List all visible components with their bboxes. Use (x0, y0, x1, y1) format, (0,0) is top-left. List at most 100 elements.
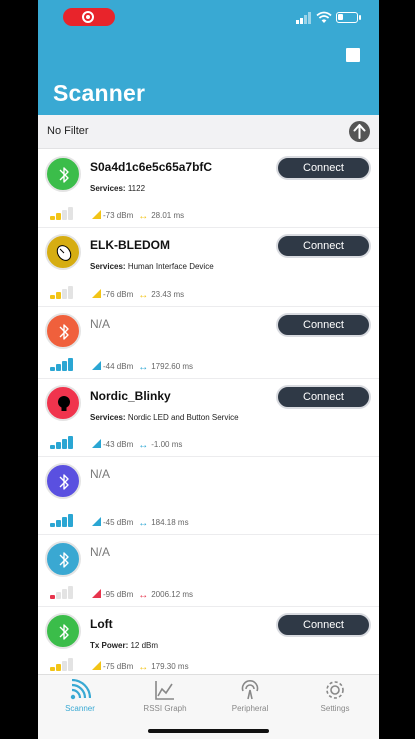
header: Scanner (38, 0, 379, 115)
rssi-value: -73 dBm (103, 211, 134, 220)
signal-strength-icon (50, 435, 76, 449)
bluetooth-icon (59, 167, 69, 183)
device-avatar (45, 541, 81, 577)
device-services: Services: Nordic LED and Button Service (90, 413, 239, 422)
interval-value: -1.00 ms (151, 440, 183, 449)
device-metrics: -44 dBm ↔ 1792.60 ms (92, 361, 193, 373)
device-avatar (45, 234, 81, 270)
device-name: N/A (90, 467, 111, 481)
signal-strength-icon (50, 357, 76, 371)
device-row[interactable]: S0a4d1c6e5c65a7bfC Services: 1122 -73 dBm ↔… (38, 150, 379, 228)
device-avatar (45, 313, 81, 349)
services-label: Services: (90, 413, 126, 422)
device-services: Services: 1122 (90, 184, 145, 193)
rssi-icon (92, 517, 101, 526)
rssi-value: -75 dBm (103, 662, 134, 671)
device-metrics: -73 dBm ↔ 28.01 ms (92, 210, 185, 222)
tab-rssi-graph[interactable]: RSSI Graph (125, 679, 205, 713)
filter-label: No Filter (47, 125, 89, 137)
interval-icon: ↔ (138, 211, 149, 222)
lightbulb-icon (58, 396, 70, 411)
device-name: Nordic_Blinky (90, 389, 171, 403)
rssi-value: -45 dBm (103, 518, 134, 527)
rssi-icon (92, 361, 101, 370)
stop-scan-icon[interactable] (346, 48, 360, 62)
bluetooth-icon (59, 552, 69, 568)
filter-bar[interactable]: No Filter (38, 115, 379, 149)
device-row[interactable]: N/A -45 dBm ↔ 184.18 ms (38, 457, 379, 535)
tab-peripheral[interactable]: Peripheral (210, 679, 290, 713)
rssi-icon (92, 289, 101, 298)
home-indicator (148, 729, 269, 733)
sort-button[interactable] (349, 121, 370, 142)
rssi-icon (92, 661, 101, 670)
device-row[interactable]: N/A -95 dBm ↔ 2006.12 ms (38, 535, 379, 607)
connect-button[interactable]: Connect (276, 613, 371, 637)
connect-button[interactable]: Connect (276, 156, 371, 180)
gear-icon (326, 681, 344, 699)
device-name: ELK-BLEDOM (90, 238, 170, 252)
app-screen: Scanner No Filter S0a4d1c6e5c65a7bfC Serv… (38, 0, 379, 739)
battery-icon (336, 12, 361, 23)
connect-button[interactable]: Connect (276, 234, 371, 258)
signal-strength-icon (50, 513, 76, 527)
signal-strength-icon (50, 585, 76, 599)
interval-icon: ↔ (138, 290, 149, 301)
bluetooth-icon (59, 324, 69, 340)
services-label: Services: (90, 184, 126, 193)
rssi-value: -95 dBm (103, 590, 134, 599)
device-name: Loft (90, 617, 113, 631)
page-title: Scanner (53, 80, 146, 106)
interval-value: 179.30 ms (151, 662, 189, 671)
device-name: S0a4d1c6e5c65a7bfC (90, 160, 213, 174)
interval-icon: ↔ (138, 518, 149, 529)
signal-strength-icon (50, 657, 76, 671)
rssi-icon (92, 589, 101, 598)
arrow-up-icon (353, 124, 366, 139)
signal-strength-icon (50, 206, 76, 220)
connect-button[interactable]: Connect (276, 385, 371, 409)
services-value: Human Interface Device (127, 262, 214, 271)
rssi-icon (92, 439, 101, 448)
rssi-value: -43 dBm (103, 440, 134, 449)
services-label: Services: (90, 262, 126, 271)
interval-icon: ↔ (138, 362, 149, 373)
device-services: Services: Human Interface Device (90, 262, 214, 271)
interval-icon: ↔ (138, 590, 149, 601)
connect-button[interactable]: Connect (276, 313, 371, 337)
tab-label: RSSI Graph (143, 704, 187, 713)
device-metrics: -45 dBm ↔ 184.18 ms (92, 517, 189, 529)
screen-recording-indicator[interactable] (63, 8, 115, 26)
device-row[interactable]: Loft Tx Power: 12 dBm -75 dBm ↔ 179.30 ms Con… (38, 607, 379, 679)
interval-value: 28.01 ms (151, 211, 185, 220)
device-row[interactable]: N/A -44 dBm ↔ 1792.60 ms Connect (38, 307, 379, 379)
mouse-icon (56, 245, 72, 261)
device-row[interactable]: Nordic_Blinky Services: Nordic LED and Bu… (38, 379, 379, 457)
device-avatar (45, 463, 81, 499)
services-label: Tx Power: (90, 641, 129, 650)
device-services: Tx Power: 12 dBm (90, 641, 158, 650)
device-avatar (45, 613, 81, 649)
status-bar (38, 0, 379, 34)
tab-label: Peripheral (231, 704, 269, 713)
cellular-signal-icon (296, 12, 311, 24)
device-metrics: -75 dBm ↔ 179.30 ms (92, 661, 189, 673)
signal-strength-icon (50, 285, 76, 299)
bluetooth-icon (59, 624, 69, 640)
services-value: 1122 (127, 184, 146, 193)
services-value: Nordic LED and Button Service (127, 413, 239, 422)
device-name: N/A (90, 545, 111, 559)
scanner-icon (70, 679, 91, 700)
device-avatar (45, 156, 81, 192)
device-name: N/A (90, 317, 111, 331)
device-metrics: -76 dBm ↔ 23.43 ms (92, 289, 184, 301)
interval-icon: ↔ (138, 440, 149, 451)
device-row[interactable]: ELK-BLEDOM Services: Human Interface Devi… (38, 228, 379, 307)
wifi-icon (316, 11, 332, 23)
tab-scanner[interactable]: Scanner (40, 679, 120, 713)
graph-icon (155, 681, 174, 700)
tab-settings[interactable]: Settings (295, 679, 375, 713)
device-avatar (45, 385, 81, 421)
rssi-icon (92, 210, 101, 219)
bluetooth-icon (59, 474, 69, 490)
